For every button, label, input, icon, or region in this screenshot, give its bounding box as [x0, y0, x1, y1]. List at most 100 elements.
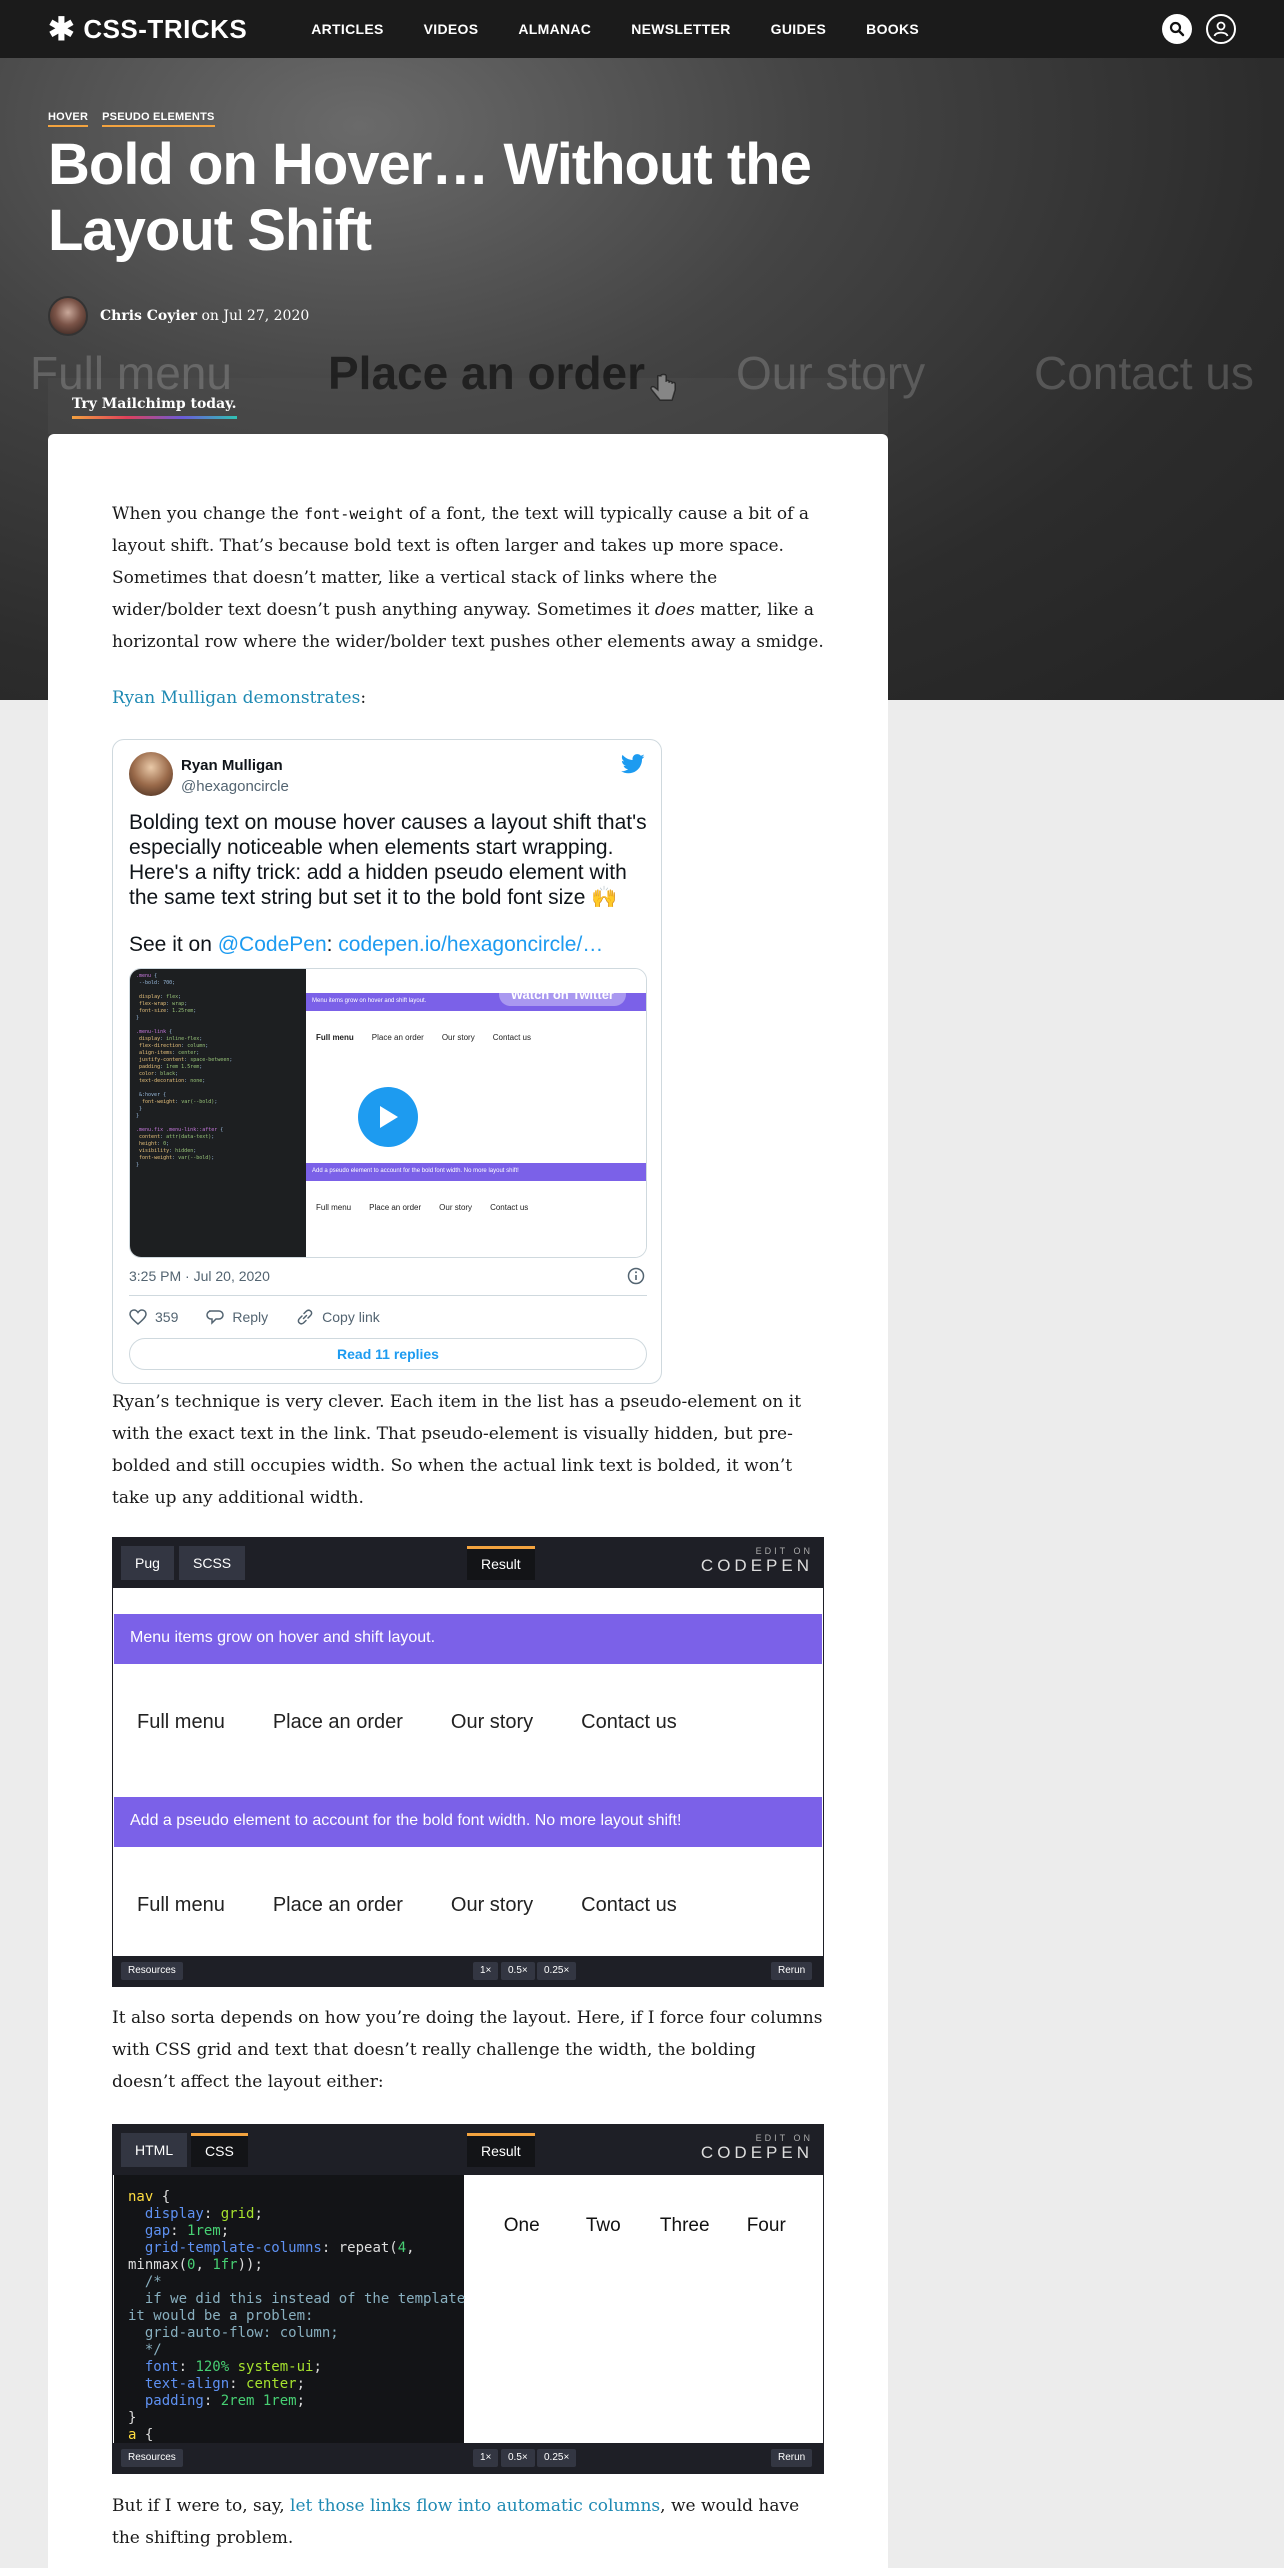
account-button[interactable]: [1206, 14, 1236, 44]
tweet-codepen-link[interactable]: codepen.io/hexagoncircle/…: [338, 933, 603, 956]
info-icon[interactable]: [627, 1267, 645, 1285]
link-automatic-columns[interactable]: let those links flow into automatic colu…: [290, 2496, 660, 2516]
codepen-footer: Resources 1× 0.5× 0.25× Rerun: [113, 2443, 823, 2473]
zoom-quarter-button[interactable]: 0.25×: [537, 2449, 577, 2467]
tweet-video[interactable]: .menu { --bold: 700; display: flex; flex…: [129, 968, 647, 1258]
post-tags: HOVER PSEUDO ELEMENTS: [48, 111, 215, 127]
grid-link-one[interactable]: One: [481, 2215, 563, 2237]
nav-link-books[interactable]: BOOKS: [866, 21, 919, 37]
ad-link[interactable]: Try Mailchimp today.: [72, 396, 237, 419]
page-title: Bold on Hover… Without the Layout Shift: [48, 132, 812, 263]
tweet-mention-codepen[interactable]: @CodePen: [218, 933, 327, 956]
tab-pug[interactable]: Pug: [121, 1546, 174, 1580]
menu-link-place-order[interactable]: Place an order: [273, 1894, 403, 1917]
tab-html[interactable]: HTML: [121, 2133, 188, 2167]
tweet-actions: 359 Reply Copy link: [129, 1308, 380, 1326]
grid-link-four[interactable]: Four: [726, 2215, 808, 2237]
tweet-timestamp[interactable]: 3:25 PM · Jul 20, 2020: [129, 1268, 270, 1284]
resources-button[interactable]: Resources: [121, 1962, 183, 1980]
tab-result[interactable]: Result: [467, 1546, 535, 1580]
resources-button[interactable]: Resources: [121, 2449, 183, 2467]
like-button[interactable]: 359: [129, 1309, 178, 1325]
menu-link-our-story[interactable]: Our story: [451, 1711, 533, 1734]
tweet-video-menu-2: Full menu Place an order Our story Conta…: [316, 1203, 528, 1212]
zoom-half-button[interactable]: 0.5×: [501, 2449, 535, 2467]
nav-link-videos[interactable]: VIDEOS: [424, 21, 479, 37]
author-name[interactable]: Chris Coyier: [100, 308, 197, 324]
search-icon: [1169, 21, 1185, 37]
author-avatar[interactable]: [48, 296, 88, 336]
tag-hover[interactable]: HOVER: [48, 111, 89, 127]
codepen-footer: Resources 1× 0.5× 0.25× Rerun: [113, 1956, 823, 1986]
user-icon: [1213, 21, 1229, 37]
copy-link-button[interactable]: Copy link: [296, 1308, 380, 1326]
nav-link-newsletter[interactable]: NEWSLETTER: [631, 21, 730, 37]
tweet-author-name[interactable]: Ryan Mulligan: [181, 757, 283, 774]
grid-link-two[interactable]: Two: [563, 2215, 645, 2237]
nav-link-articles[interactable]: ARTICLES: [311, 21, 383, 37]
codepen-header: HTML CSS Result EDIT ON CODEPEN: [113, 2125, 823, 2175]
code-font-weight: font-weight: [304, 505, 404, 523]
menu-link-full-menu[interactable]: Full menu: [137, 1894, 225, 1917]
tab-result[interactable]: Result: [467, 2133, 535, 2167]
zoom-1x-button[interactable]: 1×: [473, 1962, 499, 1980]
play-button[interactable]: [358, 1087, 418, 1147]
reply-button[interactable]: Reply: [206, 1309, 268, 1325]
tweet-video-item: Contact us: [492, 1033, 531, 1042]
edit-on-codepen-link[interactable]: EDIT ON CODEPEN: [701, 1546, 813, 1576]
tweet-video-item: Place an order: [369, 1203, 422, 1212]
copy-link-label: Copy link: [322, 1309, 380, 1325]
tweet-video-bar-2: Add a pseudo element to account for the …: [306, 1163, 646, 1181]
embedded-tweet: Ryan Mulligan @hexagoncircle Bolding tex…: [112, 739, 662, 1384]
menu-link-our-story[interactable]: Our story: [451, 1894, 533, 1917]
codepen-header: Pug SCSS Result EDIT ON CODEPEN: [113, 1538, 823, 1588]
rerun-button[interactable]: Rerun: [771, 1962, 813, 1980]
edit-on-codepen-link[interactable]: EDIT ON CODEPEN: [701, 2133, 813, 2163]
menu-link-place-order[interactable]: Place an order: [273, 1711, 403, 1734]
link-icon: [297, 1309, 313, 1325]
asterisk-icon: ✱: [48, 11, 76, 47]
twitter-bird-icon[interactable]: [621, 754, 645, 774]
tweet-author-handle[interactable]: @hexagoncircle: [181, 778, 289, 795]
tweet-avatar[interactable]: [129, 752, 173, 796]
tab-css[interactable]: CSS: [191, 2133, 248, 2167]
shifting-text-1: But if I were to, say,: [112, 2496, 291, 2516]
tab-scss[interactable]: SCSS: [179, 1546, 246, 1580]
menu-link-contact[interactable]: Contact us: [581, 1711, 677, 1734]
edit-on-label: EDIT ON: [755, 1546, 813, 1556]
reply-label: Reply: [232, 1309, 269, 1325]
logo-text: CSS-TRICKS: [83, 13, 248, 44]
css-code-pane[interactable]: nav { display: grid; gap: 1rem; grid-tem…: [114, 2175, 465, 2447]
site-logo[interactable]: ✱ CSS-TRICKS: [48, 13, 247, 45]
zoom-quarter-button[interactable]: 0.25×: [537, 1962, 577, 1980]
intro-text-1: When you change the: [112, 504, 305, 524]
grid-nav: One Two Three Four: [481, 2215, 807, 2237]
nav-link-almanac[interactable]: ALMANAC: [518, 21, 591, 37]
tweet-video-item: Contact us: [490, 1203, 529, 1212]
search-button[interactable]: [1162, 14, 1192, 44]
reply-icon: [206, 1310, 225, 1325]
play-icon: [380, 1106, 398, 1128]
codepen-wordmark: CODEPEN: [700, 2143, 813, 2162]
nav-link-guides[interactable]: GUIDES: [771, 21, 826, 37]
main-nav: ARTICLES VIDEOS ALMANAC NEWSLETTER GUIDE…: [311, 21, 919, 37]
link-ryan-mulligan[interactable]: Ryan Mulligan demonstrates: [112, 688, 360, 708]
edit-on-label: EDIT ON: [755, 2133, 813, 2143]
ghost-item-our-story: Our story: [736, 347, 926, 399]
zoom-1x-button[interactable]: 1×: [473, 2449, 499, 2467]
grid-result-pane: One Two Three Four: [465, 2175, 823, 2447]
tag-pseudo-elements[interactable]: PSEUDO ELEMENTS: [102, 111, 215, 127]
paragraph-intro: When you change the font-weight of a fon…: [112, 498, 824, 658]
menu-link-contact[interactable]: Contact us: [581, 1894, 677, 1917]
menu-link-full-menu[interactable]: Full menu: [137, 1711, 225, 1734]
paragraph-shifting: But if I were to, say, let those links f…: [112, 2490, 824, 2554]
zoom-half-button[interactable]: 0.5×: [501, 1962, 535, 1980]
tweet-see-colon: :: [326, 933, 339, 956]
read-replies-button[interactable]: Read 11 replies: [129, 1338, 647, 1370]
cursor-hand-icon: [650, 373, 676, 401]
watch-on-twitter-button[interactable]: Watch on Twitter: [498, 983, 626, 1006]
rerun-button[interactable]: Rerun: [771, 2449, 813, 2467]
grid-link-three[interactable]: Three: [644, 2215, 726, 2237]
result-bar-2: Add a pseudo element to account for the …: [114, 1797, 822, 1847]
tweet-video-code-pane: .menu { --bold: 700; display: flex; flex…: [130, 969, 306, 1257]
